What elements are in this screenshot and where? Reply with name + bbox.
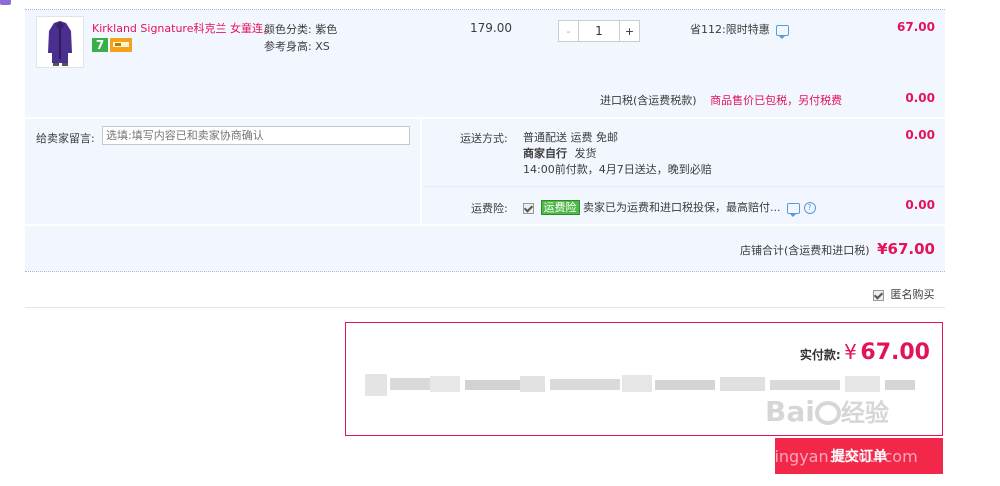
qty-input[interactable]: 1 bbox=[579, 21, 619, 41]
insurance-details: 运费险 卖家已为运费和进口税投保，最高赔付... ? bbox=[523, 199, 816, 217]
jacket-image bbox=[48, 21, 72, 66]
insurance-tag: 运费险 bbox=[540, 200, 580, 215]
import-tax-note: 商品售价已包税，另付税费 bbox=[710, 94, 843, 107]
insurance-amount: 0.00 bbox=[905, 198, 935, 212]
insurance-label: 运费险: bbox=[471, 202, 508, 215]
insurance-checkbox[interactable] bbox=[523, 202, 534, 214]
carrier-action: 发货 bbox=[574, 147, 597, 160]
import-tax-label: 进口税(含运费税款) bbox=[600, 94, 697, 107]
shop-icon bbox=[0, 0, 11, 5]
spec-color-value: 紫色 bbox=[315, 23, 338, 36]
spec-height-value: XS bbox=[315, 40, 330, 53]
carrier-name: 商家自行 bbox=[523, 147, 567, 160]
product-spec-height: 参考身高: XS bbox=[264, 38, 330, 54]
chat-icon[interactable] bbox=[787, 202, 800, 217]
watermark-logo-tail: 经验 bbox=[840, 399, 889, 427]
spec-height-label: 参考身高: bbox=[264, 40, 312, 53]
anonymous-purchase[interactable]: 匿名购买 bbox=[873, 286, 935, 302]
unit-price: 179.00 bbox=[470, 21, 512, 35]
import-tax-label-group: 进口税(含运费税款) 商品售价已包税，另付税费 bbox=[600, 92, 842, 108]
quantity-stepper[interactable]: - 1 + bbox=[558, 20, 640, 42]
shop-total-label: 店铺合计(含运费和进口税) bbox=[740, 244, 870, 257]
insurance-desc: 卖家已为运费和进口税投保，最高赔付... bbox=[583, 201, 781, 214]
shipping-details: 普通配送 运费 免邮 商家自行 发货 14:00前付款，4月7日送达，晚到必赔 bbox=[523, 130, 712, 178]
order-top-border bbox=[25, 9, 945, 10]
watermark-logo: Bai bbox=[765, 395, 815, 428]
discount-info: 省112:限时特惠 bbox=[690, 21, 790, 39]
product-name-link[interactable]: Kirkland Signature科克兰 女童连... bbox=[92, 20, 273, 36]
qty-decrease-button[interactable]: - bbox=[559, 21, 579, 41]
product-thumbnail[interactable] bbox=[36, 16, 84, 68]
section-divider bbox=[25, 307, 945, 308]
discount-text: 省112:限时特惠 bbox=[690, 23, 770, 36]
top-shop-strip bbox=[0, 0, 1000, 8]
shipping-eta: 14:00前付款，4月7日送达，晚到必赔 bbox=[523, 163, 712, 176]
submit-order-button[interactable]: 提交订单 bbox=[775, 438, 943, 474]
payment-currency: ¥ bbox=[844, 340, 857, 364]
submit-order-label: 提交订单 bbox=[831, 449, 887, 465]
help-icon[interactable]: ? bbox=[803, 202, 816, 214]
payment-label: 实付款: bbox=[799, 348, 841, 362]
shop-total-amount: ¥67.00 bbox=[877, 240, 935, 258]
shipping-divider bbox=[422, 186, 945, 187]
shop-total-bottom-border bbox=[25, 271, 945, 272]
import-tax-amount: 0.00 bbox=[905, 91, 935, 105]
spec-color-label: 颜色分类: bbox=[264, 23, 312, 36]
payment-amount: 实付款: ¥ 67.00 bbox=[600, 340, 930, 365]
chat-icon[interactable] bbox=[776, 24, 790, 39]
product-subtotal: 67.00 bbox=[897, 20, 935, 34]
shipping-carrier: 商家自行 发货 bbox=[523, 146, 712, 162]
baidu-watermark: Bai 经验 bbox=[765, 393, 940, 438]
seven-day-return-badge[interactable]: 7 bbox=[92, 38, 108, 52]
shipping-method: 普通配送 运费 免邮 bbox=[523, 131, 618, 144]
shipping-amount: 0.00 bbox=[905, 128, 935, 142]
message-label: 给卖家留言: bbox=[36, 132, 95, 145]
anonymous-checkbox[interactable] bbox=[873, 289, 884, 301]
shipping-label: 运送方式: bbox=[460, 132, 508, 145]
payment-value: 67.00 bbox=[860, 340, 930, 365]
qty-increase-button[interactable]: + bbox=[619, 21, 639, 41]
message-input[interactable] bbox=[102, 126, 410, 145]
credit-card-icon[interactable] bbox=[110, 38, 132, 52]
paw-icon bbox=[814, 401, 841, 425]
anonymous-label: 匿名购买 bbox=[890, 288, 935, 301]
product-spec-color: 颜色分类: 紫色 bbox=[264, 21, 337, 37]
shop-total: 店铺合计(含运费和进口税) ¥67.00 bbox=[600, 240, 935, 258]
